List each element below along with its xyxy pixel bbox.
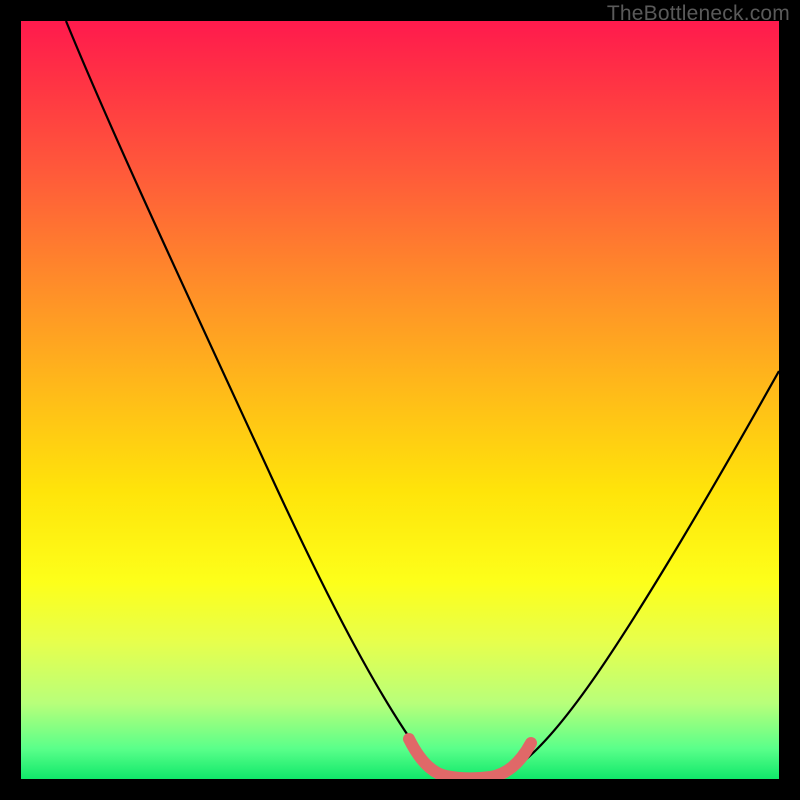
bottleneck-curve — [66, 21, 779, 778]
optimal-band — [409, 739, 531, 778]
chart-svg — [21, 21, 779, 779]
chart-plot-area — [21, 21, 779, 779]
watermark-text: TheBottleneck.com — [607, 2, 790, 26]
chart-frame: TheBottleneck.com — [0, 0, 800, 800]
